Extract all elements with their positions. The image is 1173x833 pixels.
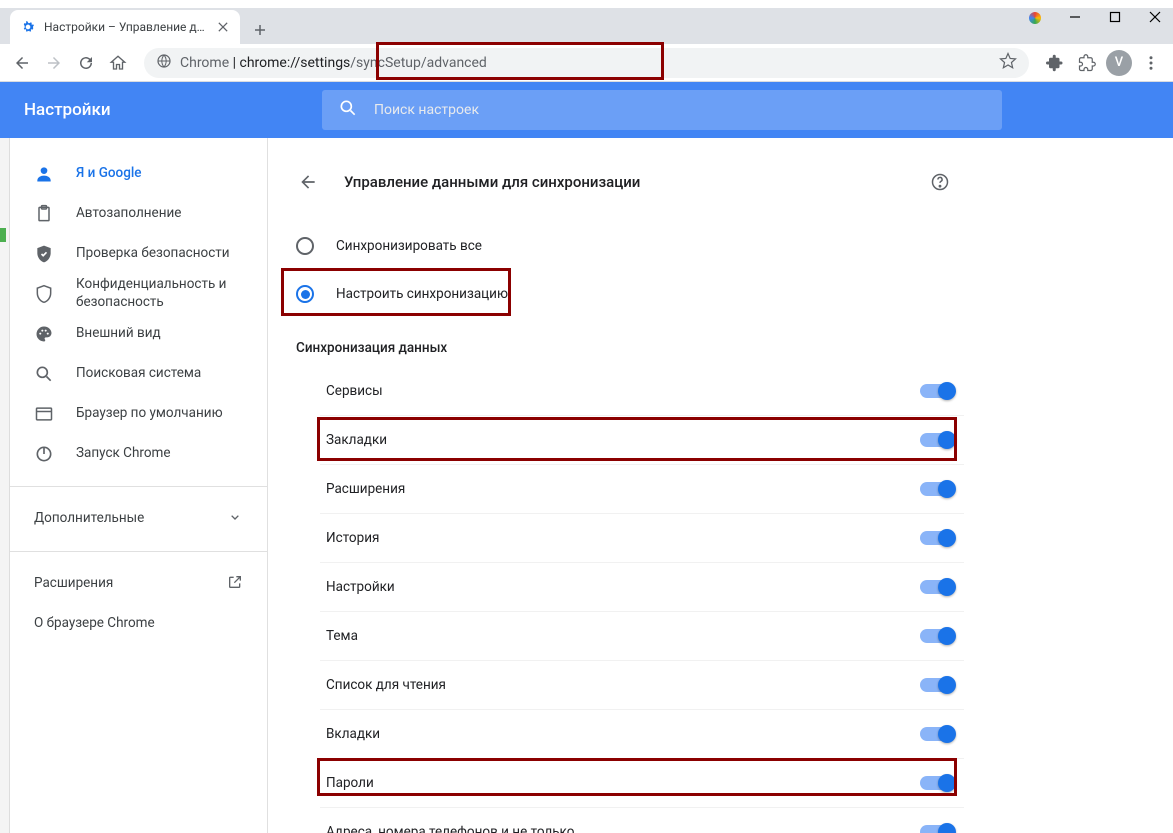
reload-button[interactable]: [72, 49, 100, 77]
sidebar-item-you-and-google[interactable]: Я и Google: [10, 154, 267, 194]
toggle-row-reading-list: Список для чтения: [320, 660, 964, 709]
search-icon: [338, 98, 358, 122]
chevron-down-icon: [227, 509, 243, 529]
toggle-label: Настройки: [326, 579, 395, 595]
toggle-label: История: [326, 530, 379, 546]
settings-search[interactable]: [322, 90, 1002, 130]
back-button[interactable]: [8, 49, 36, 77]
toggle-switch[interactable]: [920, 482, 954, 496]
menu-button[interactable]: [1137, 49, 1165, 77]
browser-tab-settings[interactable]: Настройки – Управление данн: [10, 10, 240, 44]
toggle-row-services: Сервисы: [320, 366, 964, 415]
highlight-passwords: [317, 758, 957, 796]
radio-label: Настроить синхронизацию: [336, 286, 508, 302]
toggle-row-extensions: Расширения: [320, 464, 964, 513]
bookmark-star-icon[interactable]: [999, 52, 1017, 74]
toggle-label: Закладки: [326, 432, 387, 448]
sidebar-item-about[interactable]: О браузере Chrome: [10, 604, 267, 644]
window-controls: [1029, 8, 1161, 27]
settings-header: Настройки: [0, 82, 1173, 138]
tab-title: Настройки – Управление данн: [44, 20, 208, 34]
settings-content: Управление данными для синхронизации Син…: [268, 138, 1173, 833]
toggle-switch[interactable]: [920, 629, 954, 643]
external-link-icon: [227, 574, 243, 594]
toggle-row-bookmarks: Закладки: [320, 415, 964, 464]
toggle-switch[interactable]: [920, 384, 954, 398]
minimize-button[interactable]: [1069, 8, 1081, 27]
section-title: Управление данными для синхронизации: [344, 173, 904, 191]
highlight-bookmarks: [317, 417, 957, 461]
puzzle-icon[interactable]: [1073, 49, 1101, 77]
sync-data-title: Синхронизация данных: [284, 318, 964, 366]
toggle-switch[interactable]: [920, 433, 954, 447]
radio-icon: [296, 237, 314, 255]
toggle-label: Расширения: [326, 481, 405, 497]
toggle-row-tabs: Вкладки: [320, 709, 964, 758]
radio-label: Синхронизировать все: [336, 238, 482, 254]
toggle-switch[interactable]: [920, 727, 954, 741]
help-button[interactable]: [924, 166, 956, 198]
sidebar-item-advanced[interactable]: Дополнительные: [10, 499, 267, 539]
clipboard-icon: [34, 204, 54, 224]
new-tab-button[interactable]: [246, 16, 274, 44]
palette-icon: [34, 324, 54, 344]
forward-button[interactable]: [40, 49, 68, 77]
power-icon: [34, 444, 54, 464]
section-back-button[interactable]: [292, 166, 324, 198]
close-window-button[interactable]: [1149, 8, 1161, 27]
toggle-row-addresses: Адреса, номера телефонов и не только: [320, 807, 964, 833]
toggle-row-theme: Тема: [320, 611, 964, 660]
sidebar-item-appearance[interactable]: Внешний вид: [10, 314, 267, 354]
sidebar-item-privacy[interactable]: Конфиденциальность и безопасность: [10, 274, 267, 314]
toggle-label: Список для чтения: [326, 677, 446, 693]
sidebar-item-search-engine[interactable]: Поисковая система: [10, 354, 267, 394]
browser-toolbar: Chrome | chrome://settings/syncSetup/adv…: [0, 44, 1173, 82]
sidebar-item-default-browser[interactable]: Браузер по умолчанию: [10, 394, 267, 434]
toggle-label: Сервисы: [326, 383, 383, 399]
toggle-row-history: История: [320, 513, 964, 562]
toggle-label: Пароли: [326, 775, 374, 791]
settings-sidebar: Я и Google Автозаполнение Проверка безоп…: [10, 138, 268, 833]
maximize-button[interactable]: [1109, 8, 1121, 27]
extensions-icon[interactable]: [1041, 49, 1069, 77]
close-tab-button[interactable]: [216, 20, 230, 34]
sidebar-item-on-startup[interactable]: Запуск Chrome: [10, 434, 267, 474]
home-button[interactable]: [104, 49, 132, 77]
tab-strip: Настройки – Управление данн: [0, 8, 1173, 44]
toggle-label: Вкладки: [326, 726, 380, 742]
toggle-switch[interactable]: [920, 776, 954, 790]
browser-icon: [34, 404, 54, 424]
toggle-switch[interactable]: [920, 531, 954, 545]
settings-app-title: Настройки: [0, 100, 322, 120]
toggle-switch[interactable]: [920, 825, 954, 833]
toggle-label: Тема: [326, 628, 358, 644]
sidebar-item-extensions[interactable]: Расширения: [10, 564, 267, 604]
radio-sync-custom[interactable]: Настроить синхронизацию: [284, 270, 964, 318]
toggle-row-passwords: Пароли: [320, 758, 964, 807]
person-icon: [34, 164, 54, 184]
gear-icon: [20, 19, 36, 35]
sidebar-item-autofill[interactable]: Автозаполнение: [10, 194, 267, 234]
account-indicator: [1029, 12, 1041, 24]
toggle-switch[interactable]: [920, 678, 954, 692]
site-info-icon[interactable]: [156, 53, 172, 73]
sidebar-item-safety-check[interactable]: Проверка безопасности: [10, 234, 267, 274]
toggle-switch[interactable]: [920, 580, 954, 594]
url-text: Chrome | chrome://settings/syncSetup/adv…: [180, 55, 487, 71]
shield-check-icon: [34, 244, 54, 264]
address-bar[interactable]: Chrome | chrome://settings/syncSetup/adv…: [144, 48, 1029, 78]
search-icon: [34, 364, 54, 384]
shield-icon: [34, 284, 54, 304]
search-input[interactable]: [374, 102, 986, 118]
toggle-label: Адреса, номера телефонов и не только: [326, 824, 574, 833]
profile-avatar[interactable]: V: [1105, 49, 1133, 77]
radio-sync-all[interactable]: Синхронизировать все: [284, 222, 964, 270]
radio-icon: [296, 285, 314, 303]
window-edge: [0, 138, 10, 833]
toggle-row-settings: Настройки: [320, 562, 964, 611]
